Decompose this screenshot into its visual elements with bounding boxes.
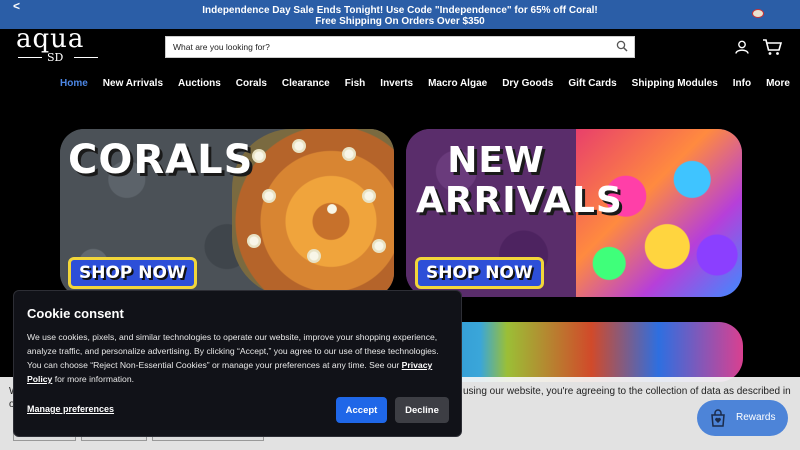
rewards-button[interactable]: Rewards	[697, 400, 788, 436]
coral-polyp	[327, 204, 337, 214]
coral-polyp	[342, 147, 356, 161]
cookie-body-text-end: for more information.	[52, 374, 134, 384]
corals-banner[interactable]: CORALS SHOP NOW	[60, 129, 394, 297]
search-input[interactable]	[166, 37, 606, 57]
logo-subtext: SD	[47, 51, 64, 64]
search-bar	[165, 36, 635, 58]
coral-polyp	[362, 189, 376, 203]
coral-photo	[232, 129, 394, 297]
nav-item-new-arrivals[interactable]: New Arrivals	[103, 78, 163, 92]
account-icon[interactable]	[735, 40, 749, 54]
cookie-title: Cookie consent	[27, 306, 124, 321]
banner-title-line-1: NEW	[447, 140, 545, 181]
cart-icon[interactable]	[762, 38, 782, 56]
manage-preferences-link[interactable]: Manage preferences	[27, 404, 114, 414]
shop-now-button[interactable]: SHOP NOW	[415, 257, 544, 289]
accept-button[interactable]: Accept	[336, 397, 387, 423]
banner-title-line-2: ARRIVALS	[416, 180, 623, 221]
nav-item-inverts[interactable]: Inverts	[380, 78, 413, 92]
privacy-notice-text: using our website, you're agreeing to th…	[463, 386, 791, 397]
banner-title: NEW ARRIVALS	[416, 140, 623, 221]
flag-icon[interactable]	[752, 9, 764, 18]
rewards-label: Rewards	[736, 412, 776, 423]
nav-item-home[interactable]: Home	[60, 78, 88, 92]
logo-line-right	[74, 57, 98, 58]
nav-item-corals[interactable]: Corals	[236, 78, 267, 92]
nav-item-gift-cards[interactable]: Gift Cards	[568, 78, 616, 92]
shopping-bag-heart-icon	[711, 409, 725, 427]
coral-polyp	[252, 149, 266, 163]
coral-polyp	[292, 139, 306, 153]
cookie-consent-dialog: Cookie consent We use cookies, pixels, a…	[13, 290, 462, 437]
main-nav: Home New Arrivals Auctions Corals Cleara…	[60, 78, 800, 92]
nav-item-clearance[interactable]: Clearance	[282, 78, 330, 92]
announcement-line-2: Free Shipping On Orders Over $350	[315, 16, 485, 27]
nav-item-info[interactable]: Info	[733, 78, 751, 92]
shop-now-button[interactable]: SHOP NOW	[68, 257, 197, 289]
coral-polyp	[372, 239, 386, 253]
nav-item-macro-algae[interactable]: Macro Algae	[428, 78, 487, 92]
announcement-text: Independence Day Sale Ends Tonight! Use …	[0, 5, 800, 27]
coral-polyp	[307, 249, 321, 263]
banner-title: CORALS	[68, 137, 254, 183]
cookie-body-text: We use cookies, pixels, and similar tech…	[27, 332, 439, 370]
new-arrivals-banner[interactable]: NEW ARRIVALS SHOP NOW	[406, 129, 742, 297]
search-icon[interactable]	[616, 40, 628, 52]
announcement-line-1: Independence Day Sale Ends Tonight! Use …	[202, 5, 598, 16]
cookie-body: We use cookies, pixels, and similar tech…	[27, 330, 452, 386]
logo[interactable]: aqua SD	[14, 24, 104, 65]
coral-polyp	[247, 234, 261, 248]
nav-item-more[interactable]: More	[766, 78, 790, 92]
coral-polyp	[262, 189, 276, 203]
nav-item-fish[interactable]: Fish	[345, 78, 366, 92]
decline-button[interactable]: Decline	[395, 397, 449, 423]
nav-item-dry-goods[interactable]: Dry Goods	[502, 78, 553, 92]
nav-item-shipping-modules[interactable]: Shipping Modules	[632, 78, 718, 92]
logo-line-left	[18, 57, 42, 58]
announcement-bar: < Independence Day Sale Ends Tonight! Us…	[0, 0, 800, 29]
nav-item-auctions[interactable]: Auctions	[178, 78, 221, 92]
logo-wordmark: aqua	[16, 24, 85, 54]
